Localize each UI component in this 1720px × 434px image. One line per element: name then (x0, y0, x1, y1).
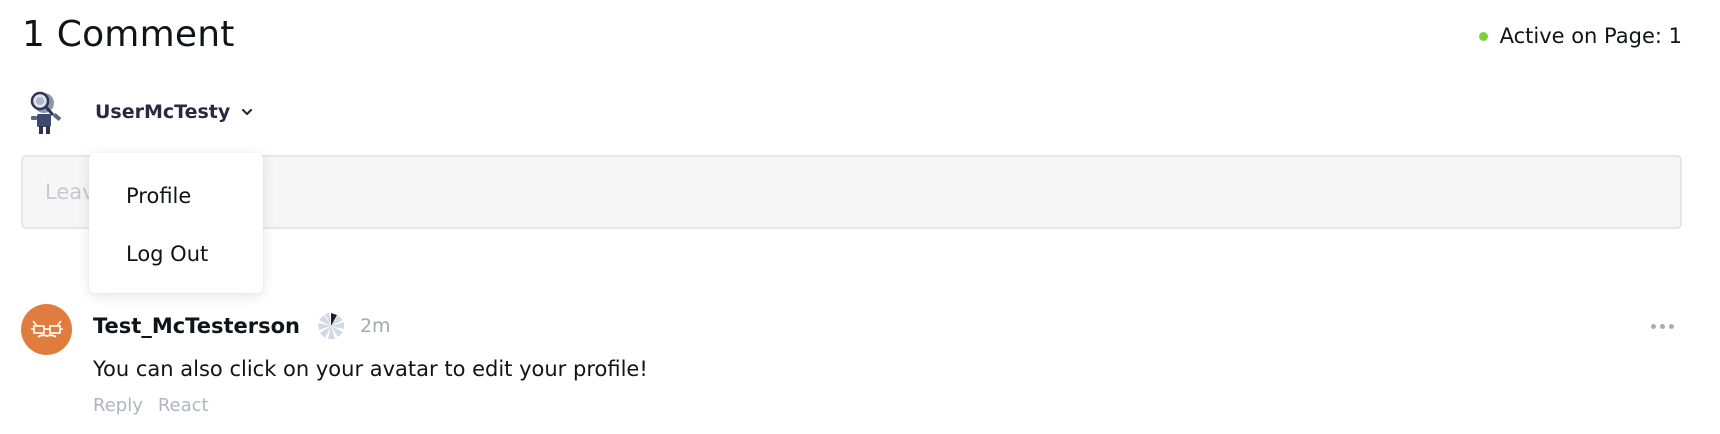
comment-author-avatar[interactable] (21, 304, 72, 355)
current-user-name: UserMcTesty (95, 101, 231, 123)
menu-item-log-out[interactable]: Log Out (89, 225, 263, 283)
more-options-icon[interactable] (1649, 320, 1676, 333)
comments-widget: 1 Comment Active on Page: 1 UserMcTesty (0, 0, 1720, 434)
user-menu-toggle[interactable]: UserMcTesty (95, 101, 254, 123)
user-dropdown-menu: Profile Log Out (89, 153, 263, 293)
reply-button[interactable]: Reply (93, 395, 143, 416)
comment-input[interactable] (21, 155, 1682, 229)
comment-body: You can also click on your avatar to edi… (93, 357, 648, 381)
menu-item-profile[interactable]: Profile (89, 167, 263, 225)
active-on-page-indicator: Active on Page: 1 (1478, 24, 1682, 48)
pinwheel-badge-icon (316, 311, 346, 341)
comment-header: Test_McTesterson 2m (93, 311, 391, 341)
current-user-avatar[interactable] (22, 88, 70, 136)
active-status-label: Active on Page: 1 (1499, 24, 1682, 48)
comment-actions: Reply React (93, 395, 209, 416)
current-user-row: UserMcTesty (22, 88, 254, 136)
chevron-down-icon (240, 105, 254, 119)
active-dot-icon (1478, 31, 1488, 41)
react-button[interactable]: React (158, 395, 209, 416)
comment-author-name[interactable]: Test_McTesterson (93, 314, 300, 338)
mustache-glasses-avatar-icon (30, 320, 63, 338)
magnifier-robot-avatar-icon (30, 91, 61, 134)
comment-timestamp[interactable]: 2m (360, 315, 391, 337)
comment-count-heading: 1 Comment (22, 14, 235, 55)
